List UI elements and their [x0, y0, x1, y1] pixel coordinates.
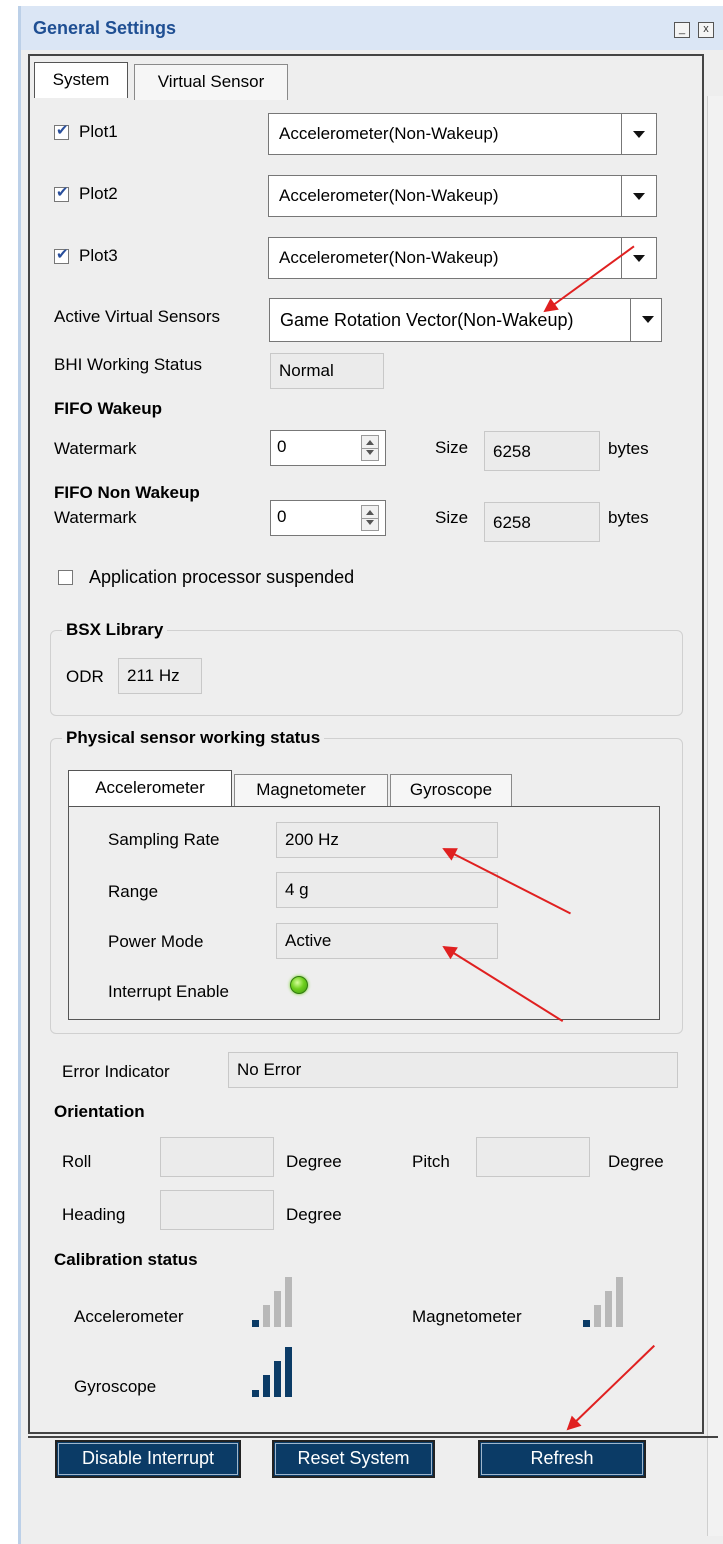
signal-bar	[252, 1390, 259, 1397]
fifo-non-wakeup-watermark-label: Watermark	[54, 508, 137, 527]
calibration-heading: Calibration status	[54, 1250, 198, 1269]
fifo-non-wakeup-heading: FIFO Non Wakeup	[54, 483, 200, 502]
fifo-non-wakeup-unit: bytes	[608, 508, 649, 527]
tab-virtual-sensor[interactable]: Virtual Sensor	[134, 64, 288, 100]
chevron-down-icon[interactable]	[621, 238, 656, 278]
gyroscope-signal-icon	[252, 1345, 312, 1397]
heading-unit: Degree	[286, 1205, 342, 1224]
chevron-down-icon[interactable]	[630, 299, 661, 341]
calibration-magnetometer-label: Magnetometer	[412, 1307, 522, 1326]
orientation-heading: Orientation	[54, 1102, 145, 1121]
scrollbar[interactable]	[707, 96, 723, 1536]
bsx-odr-label: ODR	[66, 667, 104, 686]
signal-bar	[594, 1305, 601, 1327]
heading-label: Heading	[62, 1205, 126, 1224]
plot2-select-value: Accelerometer(Non-Wakeup)	[279, 186, 499, 205]
spinner-arrows-icon[interactable]	[361, 505, 379, 531]
roll-unit: Degree	[286, 1152, 342, 1171]
panel-bottom-divider	[28, 1436, 718, 1438]
chevron-down-icon[interactable]	[621, 114, 656, 154]
signal-bar	[274, 1361, 281, 1397]
signal-bar	[285, 1277, 292, 1327]
active-virtual-sensors-label: Active Virtual Sensors	[54, 307, 220, 326]
range-value: 4 g	[276, 872, 498, 908]
plot2-label: Plot2	[79, 184, 118, 203]
check-icon: ✔	[56, 122, 69, 139]
bsx-library-legend: BSX Library	[62, 620, 168, 640]
fifo-non-wakeup-size-value: 6258	[484, 502, 600, 542]
fifo-non-wakeup-watermark-value: 0	[277, 507, 287, 526]
range-label: Range	[108, 882, 159, 901]
heading-value	[160, 1190, 274, 1230]
interrupt-led-icon	[290, 976, 308, 994]
signal-bar	[274, 1291, 281, 1327]
disable-interrupt-button[interactable]: Disable Interrupt	[55, 1440, 241, 1478]
interrupt-enable-label: Interrupt Enable	[108, 982, 229, 1001]
error-indicator-value: No Error	[228, 1052, 678, 1088]
calibration-gyroscope-label: Gyroscope	[74, 1377, 157, 1396]
roll-label: Roll	[62, 1152, 92, 1171]
check-icon: ✔	[56, 184, 69, 201]
plot1-label: Plot1	[79, 122, 118, 141]
fifo-wakeup-watermark-value: 0	[277, 437, 287, 456]
plot3-select-value: Accelerometer(Non-Wakeup)	[279, 248, 499, 267]
fifo-wakeup-heading: FIFO Wakeup	[54, 399, 162, 418]
refresh-button[interactable]: Refresh	[478, 1440, 646, 1478]
error-indicator-label: Error Indicator	[62, 1062, 170, 1081]
active-virtual-sensors-select[interactable]: Game Rotation Vector(Non-Wakeup)	[269, 298, 662, 342]
fifo-wakeup-watermark-label: Watermark	[54, 439, 137, 458]
bhi-status-value: Normal	[270, 353, 384, 389]
signal-bar	[583, 1320, 590, 1327]
fifo-wakeup-unit: bytes	[608, 439, 649, 458]
pitch-value	[476, 1137, 590, 1177]
ap-suspended-label: Application processor suspended	[89, 567, 355, 587]
accelerometer-signal-icon	[252, 1275, 312, 1327]
sampling-rate-label: Sampling Rate	[108, 830, 220, 849]
signal-bar	[252, 1320, 259, 1327]
magnetometer-signal-icon	[583, 1275, 643, 1327]
signal-bar	[605, 1291, 612, 1327]
close-icon[interactable]: x	[698, 22, 714, 38]
tab-system[interactable]: System	[34, 62, 128, 98]
plot2-checkbox[interactable]: ✔	[54, 184, 69, 202]
chevron-down-icon[interactable]	[621, 176, 656, 216]
physical-sensor-legend: Physical sensor working status	[62, 728, 325, 748]
plot1-select-value: Accelerometer(Non-Wakeup)	[279, 124, 499, 143]
fifo-wakeup-watermark-stepper[interactable]: 0	[270, 430, 386, 466]
plot3-label: Plot3	[79, 246, 118, 265]
signal-bar	[616, 1277, 623, 1327]
plot2-select[interactable]: Accelerometer(Non-Wakeup)	[268, 175, 657, 217]
plot1-select[interactable]: Accelerometer(Non-Wakeup)	[268, 113, 657, 155]
spinner-arrows-icon[interactable]	[361, 435, 379, 461]
roll-value	[160, 1137, 274, 1177]
fifo-non-wakeup-watermark-stepper[interactable]: 0	[270, 500, 386, 536]
check-icon: ✔	[56, 246, 69, 263]
tab-gyroscope[interactable]: Gyroscope	[390, 774, 512, 806]
title-bar: General Settings _ x	[21, 6, 723, 50]
active-virtual-sensors-value: Game Rotation Vector(Non-Wakeup)	[280, 310, 574, 330]
fifo-wakeup-size-label: Size	[435, 438, 469, 457]
signal-bar	[263, 1305, 270, 1327]
calibration-accelerometer-label: Accelerometer	[74, 1307, 184, 1326]
plot3-checkbox[interactable]: ✔	[54, 246, 69, 264]
bsx-odr-value: 211 Hz	[118, 658, 202, 694]
power-mode-value: Active	[276, 923, 498, 959]
fifo-wakeup-size-value: 6258	[484, 431, 600, 471]
tab-accelerometer[interactable]: Accelerometer	[68, 770, 232, 806]
signal-bar	[263, 1375, 270, 1397]
signal-bar	[285, 1347, 292, 1397]
pitch-label: Pitch	[412, 1152, 450, 1171]
plot1-checkbox[interactable]: ✔	[54, 122, 69, 140]
power-mode-label: Power Mode	[108, 932, 204, 951]
reset-system-button[interactable]: Reset System	[272, 1440, 435, 1478]
bhi-status-label: BHI Working Status	[54, 355, 203, 374]
sampling-rate-value: 200 Hz	[276, 822, 498, 858]
ap-suspended-checkbox[interactable]	[58, 570, 73, 585]
window-title: General Settings	[33, 18, 177, 38]
minimize-icon[interactable]: _	[674, 22, 690, 38]
tab-magnetometer[interactable]: Magnetometer	[234, 774, 388, 806]
fifo-non-wakeup-size-label: Size	[435, 508, 469, 527]
pitch-unit: Degree	[608, 1152, 664, 1171]
